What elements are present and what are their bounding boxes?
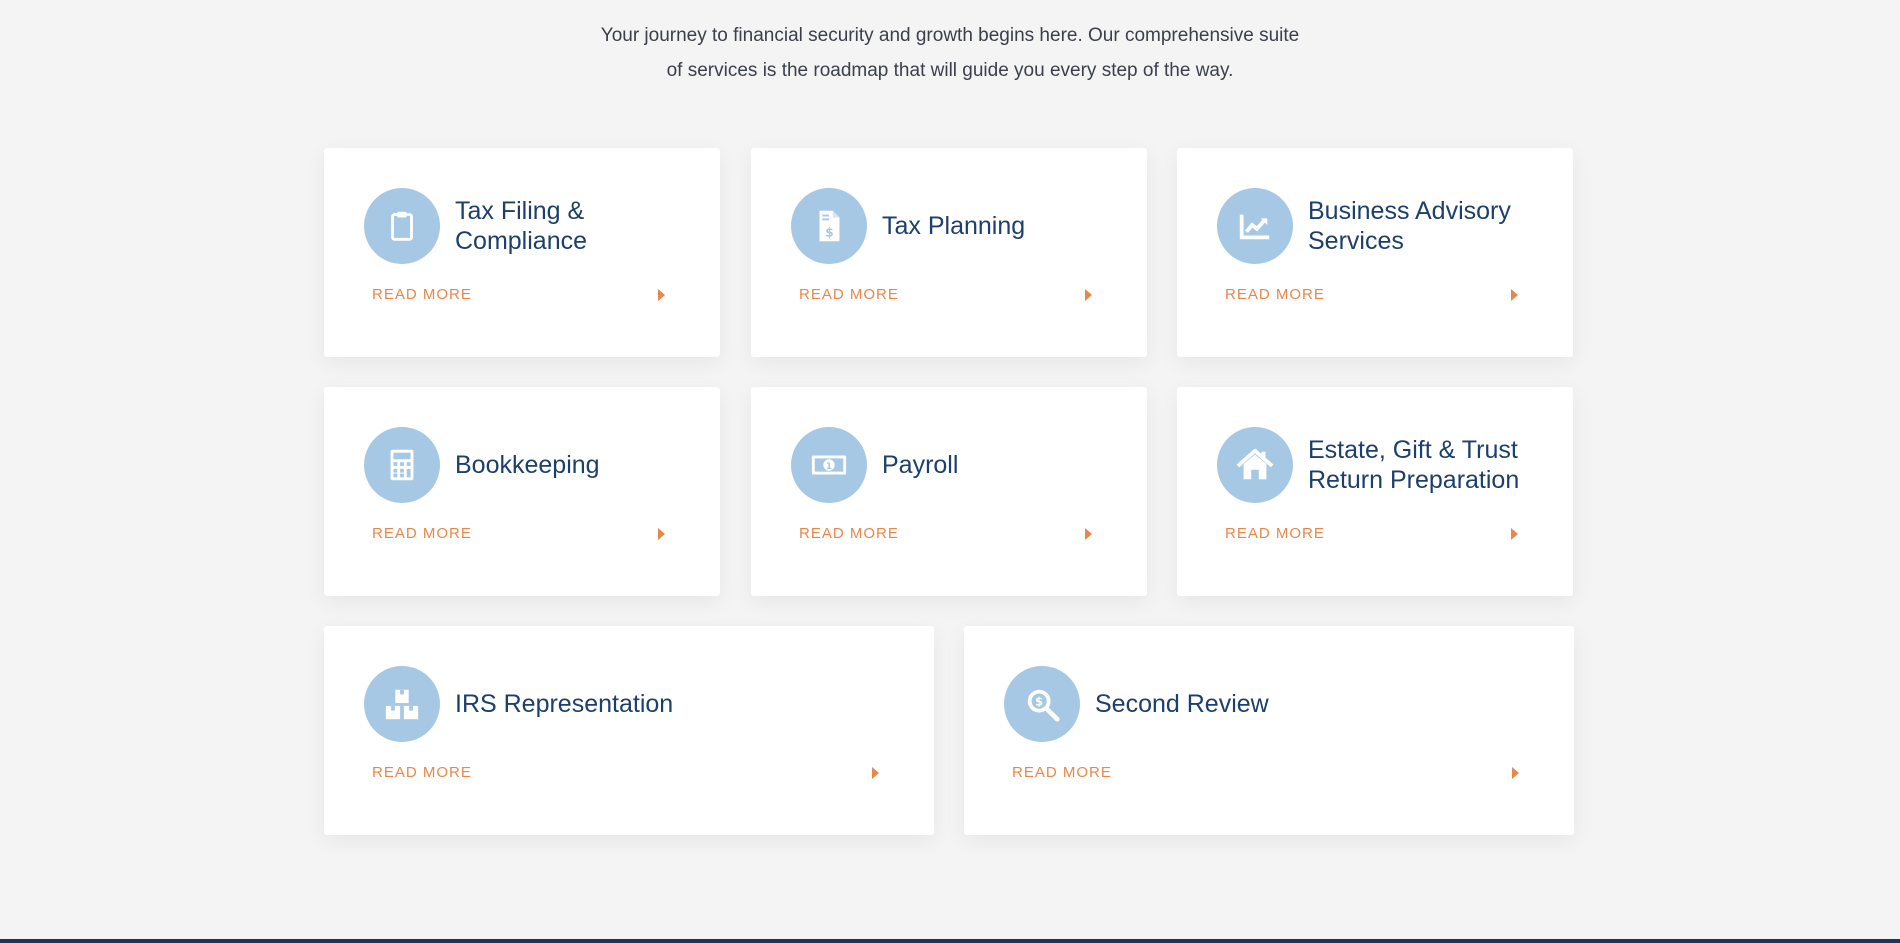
money-bill-icon: 1: [791, 427, 867, 503]
arrow-right-icon[interactable]: [1085, 528, 1092, 540]
service-card-second-review: $ Second Review READ MORE: [964, 626, 1574, 835]
arrow-right-icon[interactable]: [872, 767, 879, 779]
read-more-link[interactable]: READ MORE: [799, 525, 899, 542]
service-title: Payroll: [882, 451, 959, 479]
svg-text:$: $: [825, 225, 834, 239]
read-more-link[interactable]: READ MORE: [1225, 286, 1325, 303]
read-more-link[interactable]: READ MORE: [372, 764, 472, 781]
service-card-irs-representation: IRS Representation READ MORE: [324, 626, 934, 835]
service-title: Business Advisory Services: [1308, 197, 1511, 255]
service-title: Estate, Gift & Trust Return Preparation: [1308, 436, 1520, 494]
chart-line-icon: [1217, 188, 1293, 264]
service-title: IRS Representation: [455, 690, 674, 718]
read-more-link[interactable]: READ MORE: [372, 525, 472, 542]
intro-text: Your journey to financial security and g…: [0, 18, 1900, 88]
service-card-business-advisory: Business Advisory Services READ MORE: [1177, 148, 1573, 357]
arrow-right-icon[interactable]: [1511, 528, 1518, 540]
read-more-link[interactable]: READ MORE: [1012, 764, 1112, 781]
intro-line-1: Your journey to financial security and g…: [600, 25, 1300, 46]
service-card-tax-planning: $ Tax Planning READ MORE: [751, 148, 1147, 357]
arrow-right-icon[interactable]: [658, 528, 665, 540]
service-card-estate-gift-trust: Estate, Gift & Trust Return Preparation …: [1177, 387, 1573, 596]
service-title: Tax Planning: [882, 212, 1026, 240]
service-card-bookkeeping: Bookkeeping READ MORE: [324, 387, 720, 596]
arrow-right-icon[interactable]: [1511, 289, 1518, 301]
service-title: Bookkeeping: [455, 451, 600, 479]
house-icon: [1217, 427, 1293, 503]
boxes-icon: [364, 666, 440, 742]
invoice-dollar-icon: $: [791, 188, 867, 264]
arrow-right-icon[interactable]: [658, 289, 665, 301]
service-title: Tax Filing & Compliance: [455, 197, 588, 255]
service-card-tax-filing: Tax Filing & Compliance READ MORE: [324, 148, 720, 357]
read-more-link[interactable]: READ MORE: [372, 286, 472, 303]
svg-text:$: $: [1035, 694, 1043, 708]
intro-line-2: of services is the roadmap that will gui…: [666, 60, 1234, 81]
arrow-right-icon[interactable]: [1085, 289, 1092, 301]
read-more-link[interactable]: READ MORE: [799, 286, 899, 303]
read-more-link[interactable]: READ MORE: [1225, 525, 1325, 542]
service-card-payroll: 1 Payroll READ MORE: [751, 387, 1147, 596]
clipboard-icon: [364, 188, 440, 264]
service-title: Second Review: [1095, 690, 1269, 718]
arrow-right-icon[interactable]: [1512, 767, 1519, 779]
search-dollar-icon: $: [1004, 666, 1080, 742]
svg-text:1: 1: [826, 462, 832, 472]
calculator-icon: [364, 427, 440, 503]
footer-bar: [0, 939, 1900, 943]
